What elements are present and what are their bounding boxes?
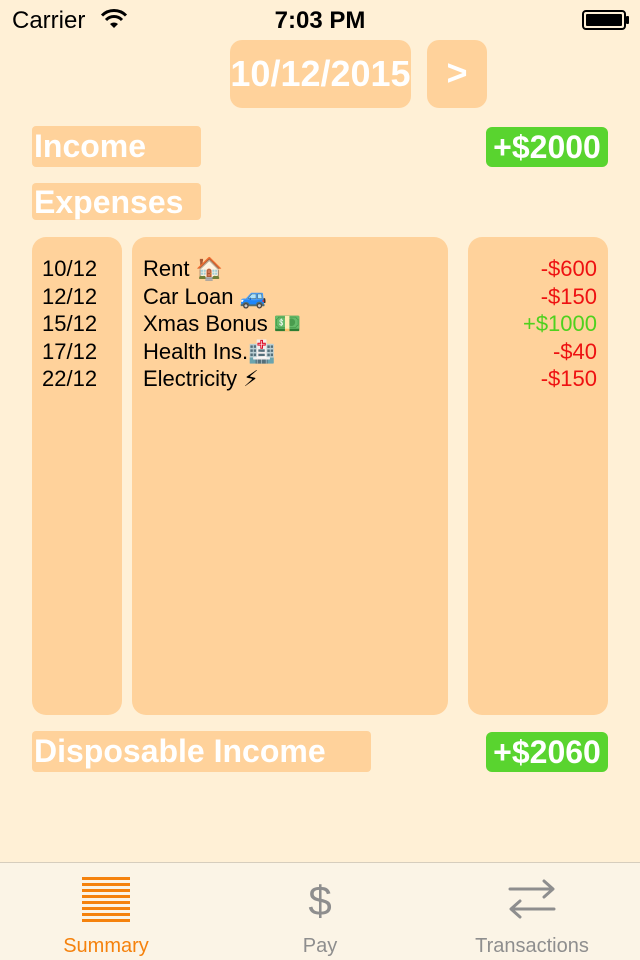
expense-description: Health Ins.🏥 [143,338,276,364]
income-value: +$2000 [486,127,608,167]
status-bar: Carrier 7:03 PM [0,0,640,40]
swap-arrows-icon [508,879,556,919]
list-lines-icon [82,877,130,922]
expense-dates-column: 10/12 12/12 15/12 17/12 22/12 [32,237,122,715]
expense-amount: -$600 [540,256,597,281]
expense-amounts-column: -$600 -$150 +$1000 -$40 -$150 [468,237,608,715]
expense-date: 10/12 [42,256,98,281]
expense-amount: -$40 [552,338,597,364]
tab-transactions-label: Transactions [475,935,589,957]
expense-date: 12/12 [42,283,98,309]
expense-date: 15/12 [42,311,98,336]
tab-summary-label: Summary [63,935,149,957]
expense-descriptions-column: Rent 🏠 Car Loan 🚙 Xmas Bonus 💵 Health Ins.🏥… [132,237,448,715]
battery-icon [582,10,629,30]
disposable-income-value: +$2060 [486,732,608,772]
expense-description: Rent 🏠 [143,256,223,281]
expense-description: Xmas Bonus 💵 [143,311,302,336]
tab-pay-label: Pay [302,935,338,957]
expense-amount: -$150 [540,366,597,391]
date-display: 10/12/2015 [230,40,411,108]
income-label: Income [32,126,201,167]
tab-bar: Summary $ Pay Transactions [0,862,640,960]
svg-text:$: $ [308,877,331,923]
tab-summary[interactable]: Summary [40,863,172,960]
disposable-income-label: Disposable Income [32,731,371,772]
expense-date: 17/12 [42,338,98,364]
next-date-button[interactable]: > [427,40,487,108]
tab-pay[interactable]: $ Pay [254,863,386,960]
expenses-label: Expenses [32,183,201,220]
tab-transactions[interactable]: Transactions [460,863,604,960]
expense-amount: +$1000 [522,311,597,336]
dollar-icon: $ [308,877,331,923]
expense-description: Car Loan 🚙 [143,283,268,309]
expense-description: Electricity ⚡ [143,366,259,391]
expense-date: 22/12 [42,366,98,391]
clock: 7:03 PM [274,7,366,34]
expense-amount: -$150 [540,283,597,309]
